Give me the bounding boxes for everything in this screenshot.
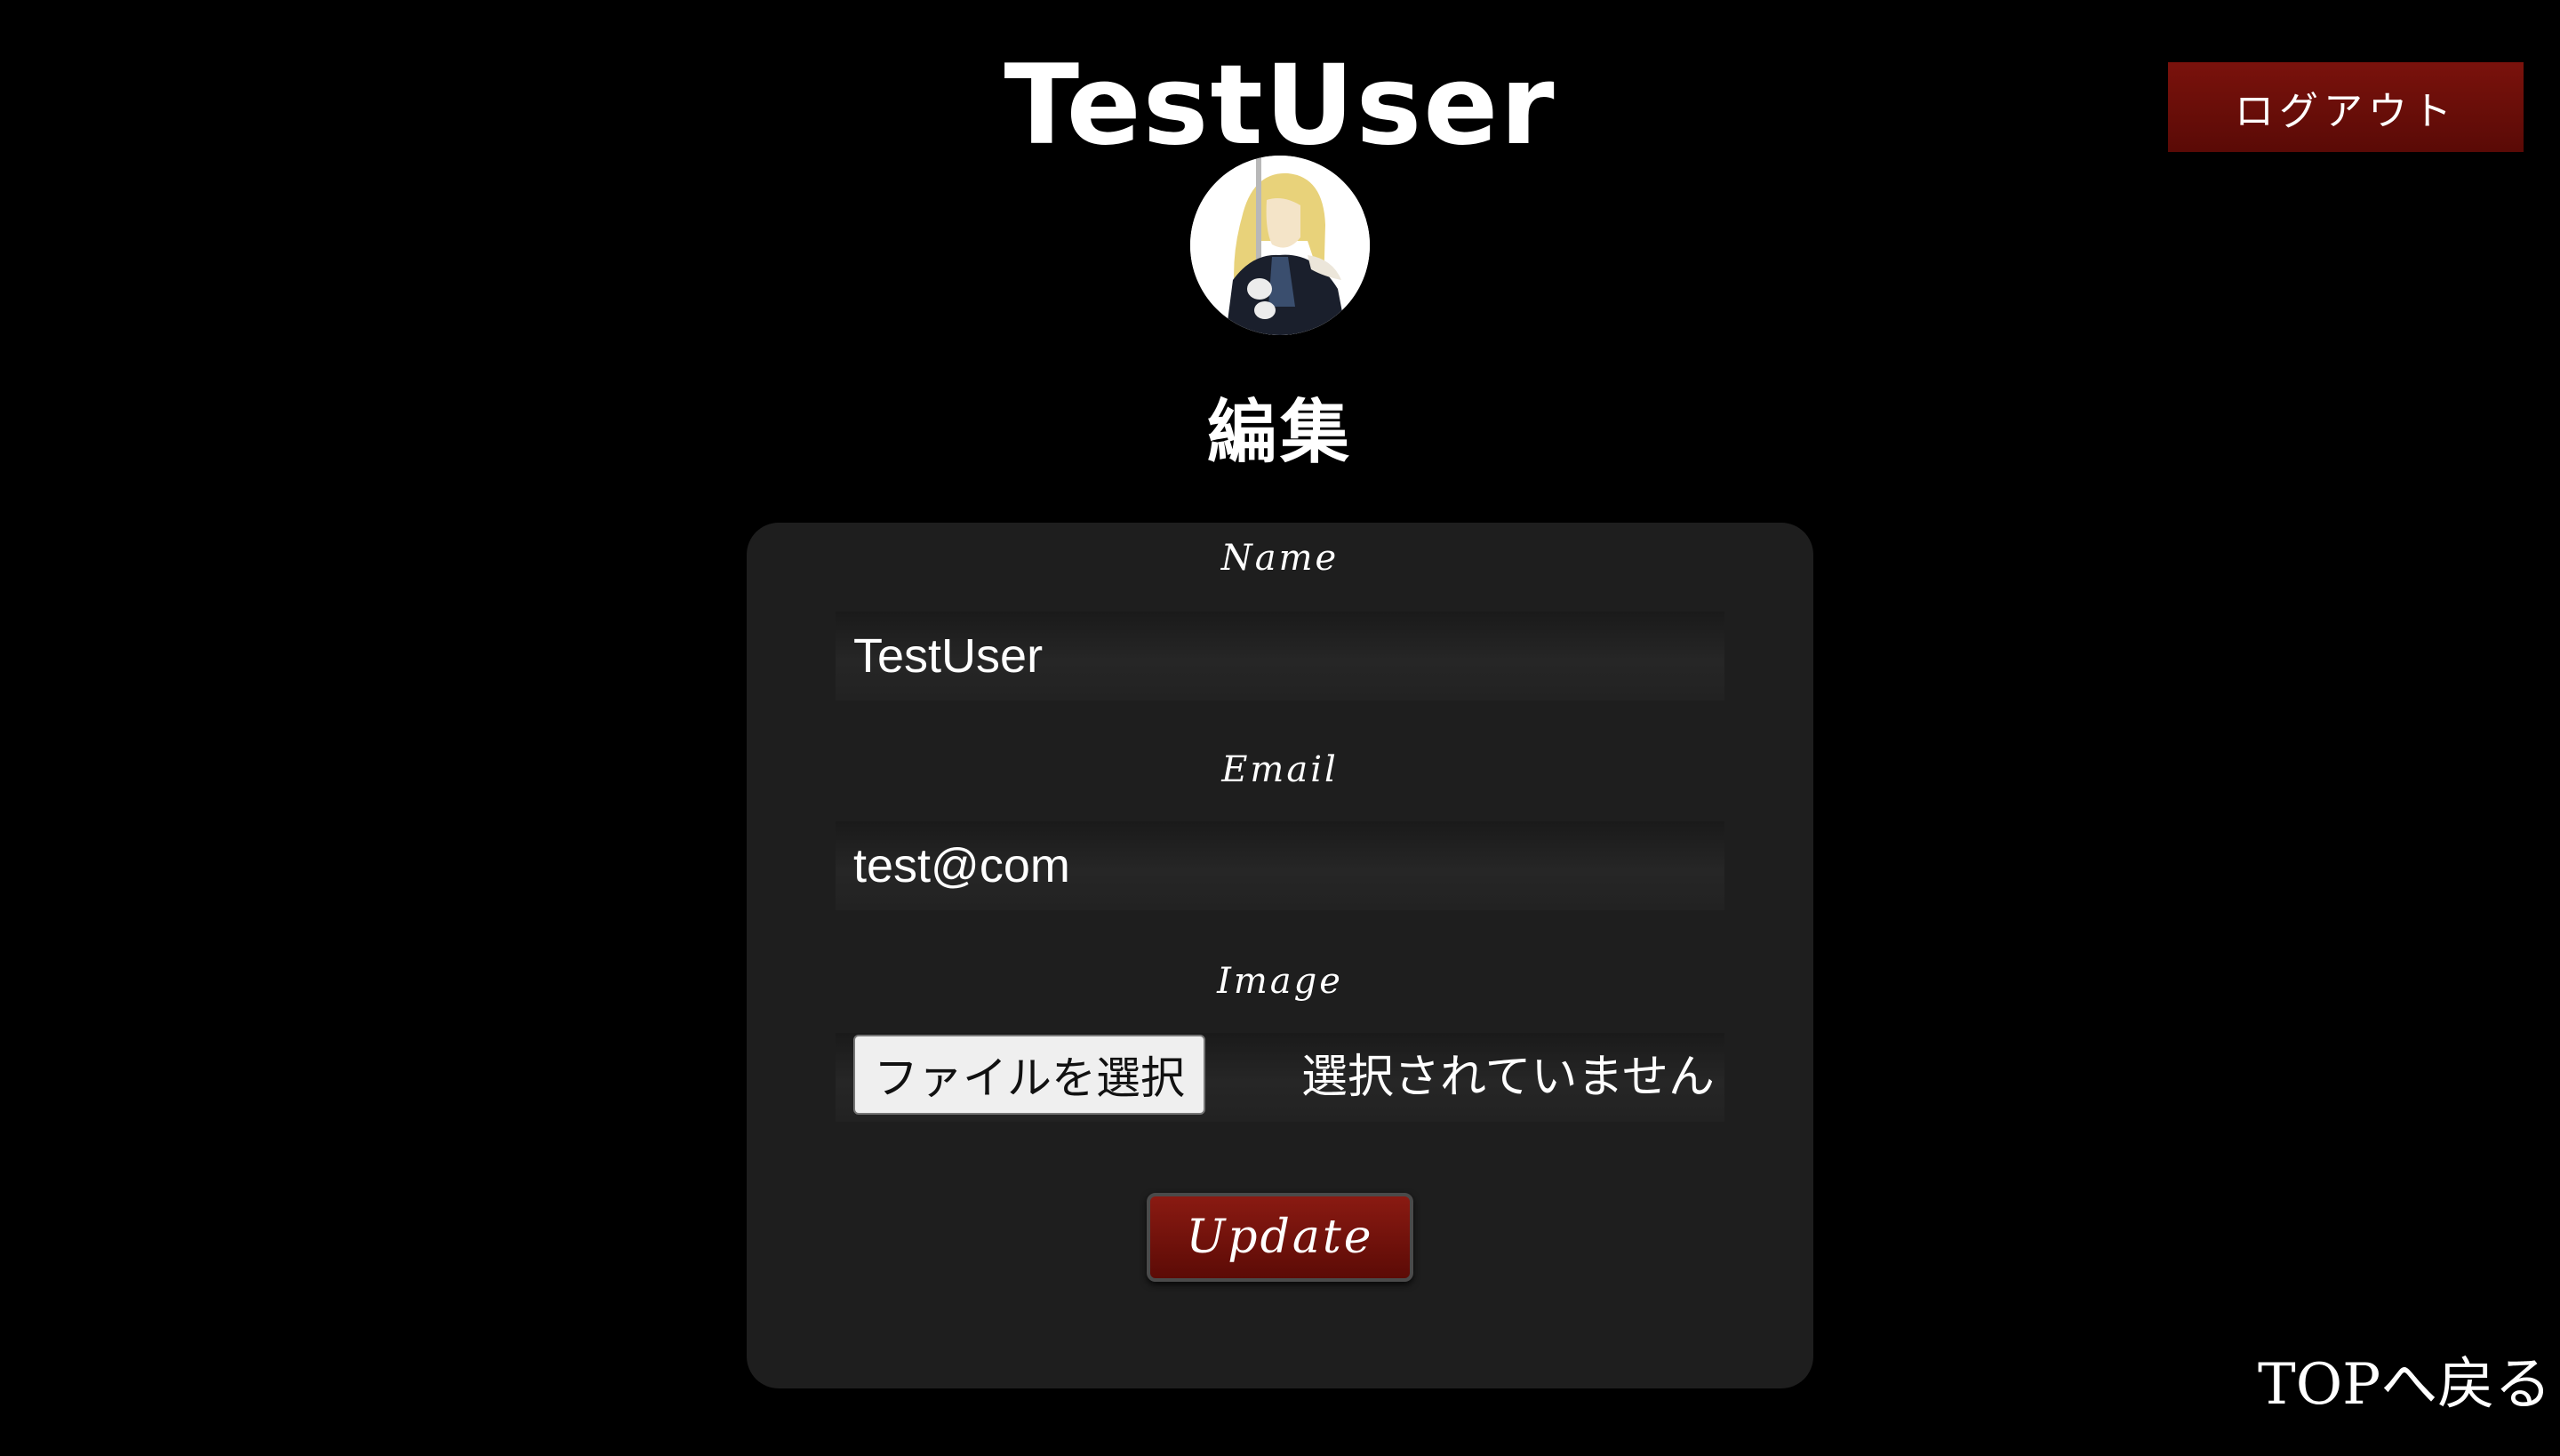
choose-file-button[interactable]: ファイルを選択	[853, 1035, 1205, 1115]
avatar-image	[1190, 156, 1370, 335]
avatar	[1190, 156, 1370, 335]
logout-button[interactable]: ログアウト	[2168, 62, 2524, 152]
image-label: Image	[1217, 961, 1343, 1002]
name-label: Name	[1220, 538, 1340, 579]
back-to-top-link[interactable]: TOPへ戻る	[2258, 1340, 2551, 1429]
edit-heading: 編集	[1206, 392, 1353, 473]
file-status-text: 選択されていません	[1301, 1051, 1715, 1104]
email-label: Email	[1221, 749, 1339, 790]
edit-form-card: Name Email Image ファイルを選択 選択されていません Updat…	[747, 523, 1813, 1388]
name-field[interactable]	[836, 612, 1724, 700]
update-button[interactable]: Update	[1147, 1193, 1413, 1282]
email-field[interactable]	[836, 821, 1724, 910]
image-file-input: ファイルを選択 選択されていません	[836, 1033, 1724, 1122]
